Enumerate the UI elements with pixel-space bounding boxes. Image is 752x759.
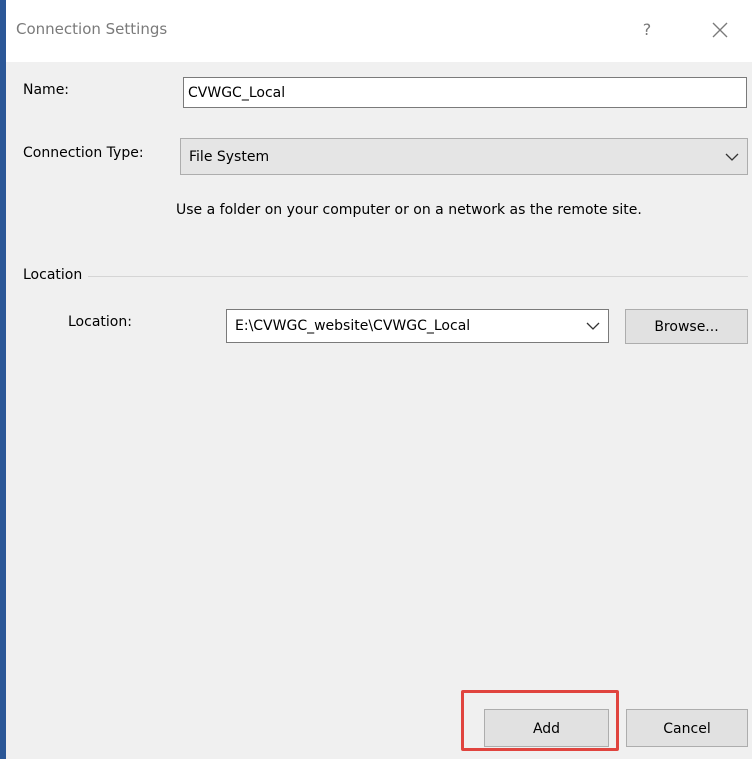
cancel-button[interactable]: Cancel xyxy=(626,709,748,747)
help-button[interactable]: ? xyxy=(632,14,662,46)
add-button[interactable]: Add xyxy=(484,709,609,747)
location-label: Location: xyxy=(68,314,132,330)
connection-type-description: Use a folder on your computer or on a ne… xyxy=(176,202,642,218)
close-icon xyxy=(712,22,728,38)
location-group-divider xyxy=(23,276,748,277)
location-value: E:\CVWGC_website\CVWGC_Local xyxy=(235,318,471,334)
connection-type-value: File System xyxy=(189,148,270,165)
window-title: Connection Settings xyxy=(16,20,168,38)
title-bar: Connection Settings ? xyxy=(6,0,752,62)
location-group-title: Location xyxy=(23,267,89,283)
close-button[interactable] xyxy=(700,14,740,46)
connection-settings-dialog: Connection Settings ? Name: Connection T… xyxy=(0,0,752,759)
chevron-down-icon xyxy=(725,153,739,161)
browse-button[interactable]: Browse... xyxy=(625,309,748,344)
name-input[interactable] xyxy=(183,77,747,108)
name-label: Name: xyxy=(23,82,70,98)
connection-type-select[interactable]: File System xyxy=(180,138,748,175)
window-left-border xyxy=(0,0,6,759)
chevron-down-icon xyxy=(586,322,600,330)
connection-type-label: Connection Type: xyxy=(23,145,144,161)
location-combobox[interactable]: E:\CVWGC_website\CVWGC_Local xyxy=(226,309,609,343)
